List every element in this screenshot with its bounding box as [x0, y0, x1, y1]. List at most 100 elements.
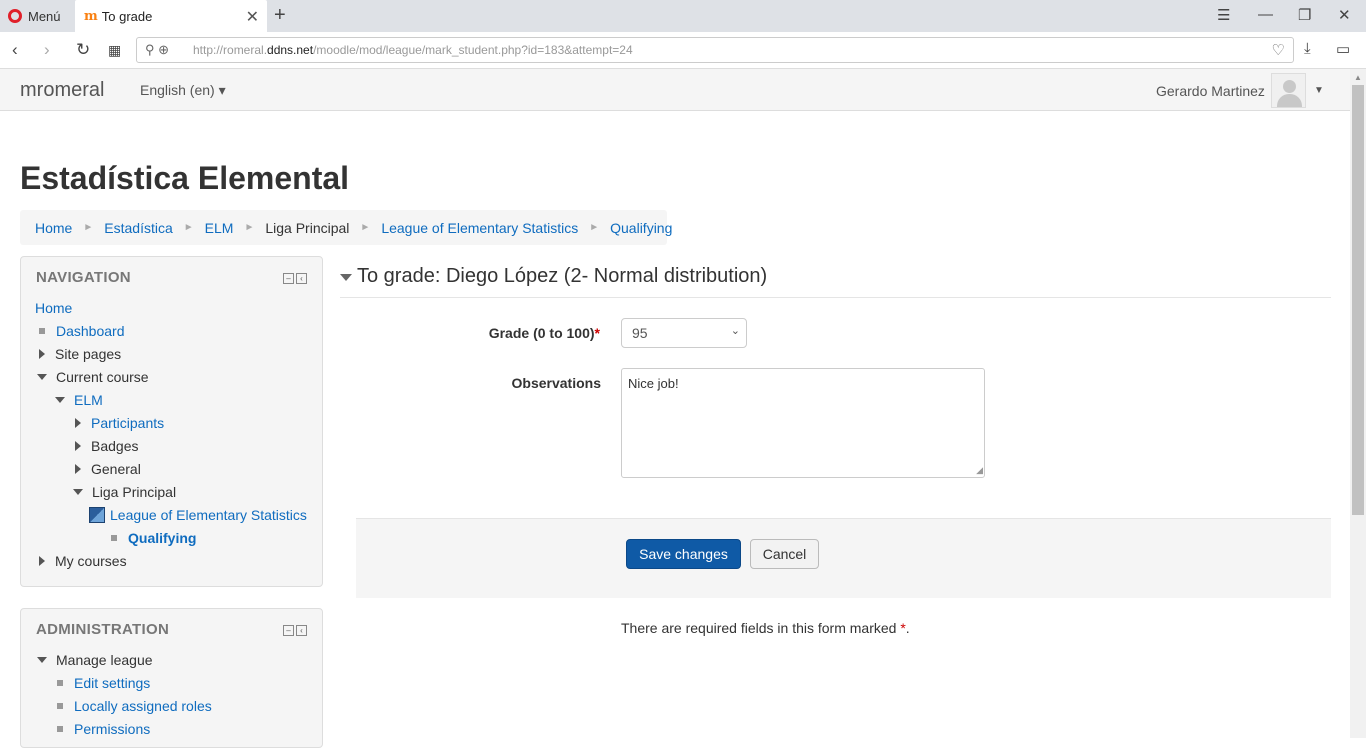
back-icon[interactable]: ‹: [12, 40, 18, 60]
league-module-icon: [89, 507, 105, 523]
breadcrumb-qualifying[interactable]: Qualifying: [610, 220, 672, 236]
opera-logo-icon: [8, 9, 22, 23]
breadcrumb-liga-principal: Liga Principal: [265, 219, 350, 236]
site-brand[interactable]: mromeral: [20, 79, 104, 102]
nav-item-general[interactable]: General: [71, 461, 141, 477]
tab-menu-icon[interactable]: ☰: [1217, 6, 1230, 24]
minimize-block-icon[interactable]: –: [283, 273, 294, 284]
bullet-icon: [57, 726, 63, 732]
admin-item-locally-assigned-roles[interactable]: Locally assigned roles: [53, 698, 212, 714]
navigation-block-title: NAVIGATION: [36, 269, 131, 286]
close-tab-icon[interactable]: ✕: [246, 7, 259, 27]
administration-block: ADMINISTRATION – ‹ Manage league Edit se…: [20, 608, 323, 748]
breadcrumb-home[interactable]: Home: [35, 220, 72, 236]
language-menu[interactable]: English (en) ▾: [140, 82, 226, 99]
administration-block-title: ADMINISTRATION: [36, 621, 170, 638]
nav-item-league[interactable]: League of Elementary Statistics: [89, 507, 307, 523]
avatar[interactable]: [1271, 73, 1306, 108]
expand-arrow-icon: [75, 418, 81, 428]
admin-item-permissions[interactable]: Permissions: [53, 721, 150, 737]
collapse-arrow-icon: [55, 397, 65, 403]
page-title: Estadística Elemental: [20, 160, 350, 196]
chevron-down-icon: ⌄: [730, 325, 740, 337]
breadcrumb-elm[interactable]: ELM: [205, 220, 234, 236]
admin-item-manage-league[interactable]: Manage league: [35, 652, 153, 668]
nav-item-home[interactable]: Home: [35, 300, 72, 316]
bullet-icon: [39, 328, 45, 334]
collapse-arrow-icon: [73, 489, 83, 495]
nav-item-my-courses[interactable]: My courses: [35, 553, 127, 569]
breadcrumb-league[interactable]: League of Elementary Statistics: [381, 220, 578, 236]
user-menu-caret-icon[interactable]: ▼: [1314, 85, 1324, 96]
bullet-icon: [57, 680, 63, 686]
dock-block-icon[interactable]: ‹: [296, 625, 307, 636]
expand-arrow-icon: [75, 464, 81, 474]
breadcrumb-separator-icon: ►: [360, 222, 371, 233]
legend-title: To grade: Diego López (2- Normal distrib…: [357, 265, 768, 287]
browser-address-bar: ‹ › ↻ ▦ ⚲ ⊕ http://romeral.ddns.net/mood…: [0, 32, 1366, 69]
browser-menu-button[interactable]: Menú: [8, 5, 61, 27]
form-actions: Save changes Cancel: [356, 518, 1331, 598]
nav-item-current-course[interactable]: Current course: [35, 369, 149, 385]
expand-arrow-icon: [75, 441, 81, 451]
nav-item-elm[interactable]: ELM: [53, 392, 103, 408]
nav-item-dashboard[interactable]: Dashboard: [35, 323, 125, 339]
grade-fieldset-legend[interactable]: To grade: Diego López (2- Normal distrib…: [340, 264, 1331, 298]
nav-item-liga-principal[interactable]: Liga Principal: [71, 484, 176, 500]
admin-item-edit-settings[interactable]: Edit settings: [53, 675, 150, 691]
browser-tab-active[interactable]: m To grade ✕: [75, 0, 267, 32]
expand-arrow-icon: [39, 556, 45, 566]
scroll-up-icon[interactable]: ▲: [1354, 73, 1362, 82]
site-info-icon[interactable]: ⚲ ⊕: [145, 42, 169, 58]
required-icon: *: [594, 325, 600, 341]
cancel-button[interactable]: Cancel: [750, 539, 819, 569]
close-window-icon[interactable]: ✕: [1338, 6, 1351, 24]
site-navbar: mromeral English (en) ▾ Gerardo Martinez…: [0, 69, 1350, 111]
navigation-block: NAVIGATION – ‹ Home Dashboard Site pages…: [20, 256, 323, 587]
save-changes-button[interactable]: Save changes: [626, 539, 741, 569]
page-scrollbar[interactable]: ▲: [1350, 69, 1366, 738]
bullet-icon: [111, 535, 117, 541]
minimize-window-icon[interactable]: —: [1258, 6, 1273, 23]
battery-icon[interactable]: ▭: [1336, 40, 1350, 58]
breadcrumb: Home ► Estadística ► ELM ► Liga Principa…: [20, 210, 672, 245]
expand-arrow-icon: [39, 349, 45, 359]
speed-dial-icon[interactable]: ▦: [108, 42, 121, 59]
collapse-section-icon: [340, 274, 352, 281]
nav-item-qualifying[interactable]: Qualifying: [107, 530, 196, 546]
bookmark-heart-icon[interactable]: ♡: [1272, 41, 1285, 59]
resize-handle-icon[interactable]: ◢: [976, 465, 983, 476]
new-tab-icon[interactable]: +: [274, 4, 286, 27]
moodle-favicon-icon: m: [84, 8, 98, 24]
collapse-arrow-icon: [37, 657, 47, 663]
breadcrumb-separator-icon: ►: [244, 222, 255, 233]
download-icon[interactable]: ⤓: [1304, 40, 1311, 57]
breadcrumb-separator-icon: ►: [589, 222, 600, 233]
dock-block-icon[interactable]: ‹: [296, 273, 307, 284]
observations-textarea[interactable]: Nice job! ◢: [621, 368, 985, 478]
collapse-arrow-icon: [37, 374, 47, 380]
browser-menu-label: Menú: [28, 8, 61, 24]
nav-item-badges[interactable]: Badges: [71, 438, 138, 454]
restore-window-icon[interactable]: ❐: [1298, 6, 1311, 24]
grade-select[interactable]: 95 ⌄: [621, 318, 747, 348]
nav-item-participants[interactable]: Participants: [71, 415, 164, 431]
breadcrumb-separator-icon: ►: [183, 222, 194, 233]
browser-tab-title: To grade: [101, 8, 153, 24]
reload-icon[interactable]: ↻: [76, 40, 90, 60]
url-text: http://romeral.ddns.net/moodle/mod/leagu…: [193, 43, 633, 57]
observations-label: Observations: [511, 375, 601, 391]
forward-icon[interactable]: ›: [44, 40, 50, 60]
grade-select-value: 95: [632, 325, 648, 341]
browser-tab-bar: Menú m To grade ✕ + ☰ — ❐ ✕: [0, 0, 1366, 32]
scrollbar-thumb[interactable]: [1352, 85, 1364, 515]
breadcrumb-estadistica[interactable]: Estadística: [104, 220, 172, 236]
required-fields-note: There are required fields in this form m…: [621, 620, 910, 636]
observations-value: Nice job!: [628, 376, 679, 391]
nav-item-site-pages[interactable]: Site pages: [35, 346, 121, 362]
user-name[interactable]: Gerardo Martinez: [1156, 83, 1265, 99]
minimize-block-icon[interactable]: –: [283, 625, 294, 636]
grade-label: Grade (0 to 100)*: [488, 325, 600, 341]
url-field[interactable]: ⚲ ⊕ http://romeral.ddns.net/moodle/mod/l…: [136, 37, 1294, 63]
bullet-icon: [57, 703, 63, 709]
